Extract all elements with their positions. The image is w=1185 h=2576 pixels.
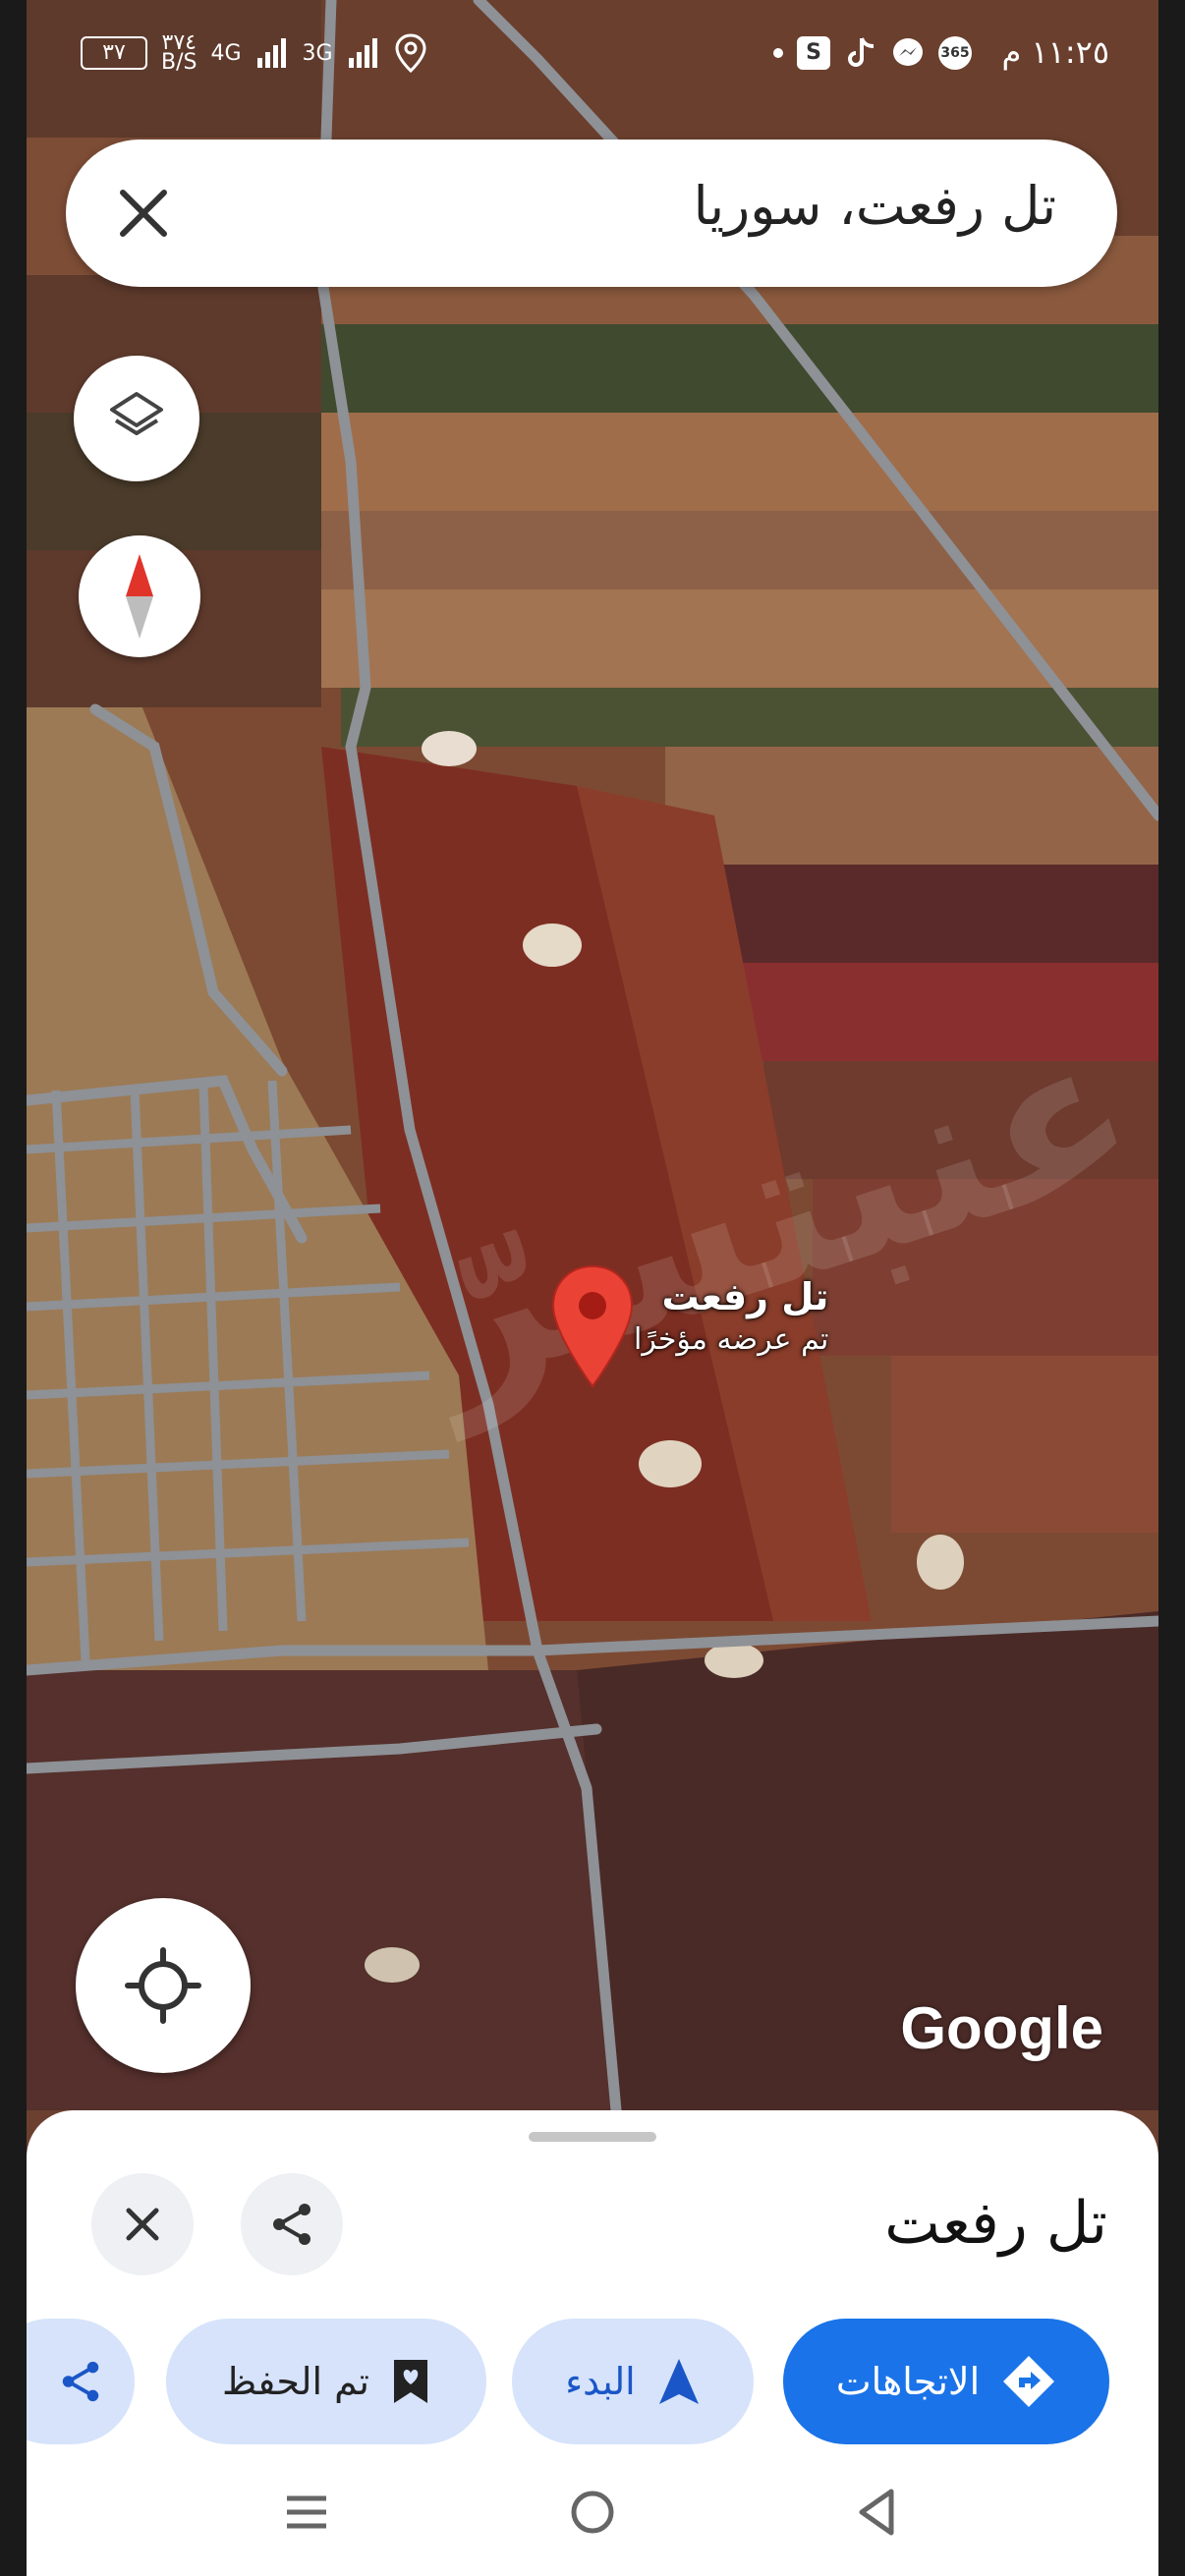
- layers-button[interactable]: [74, 356, 199, 481]
- close-icon: [126, 2208, 159, 2241]
- speed-unit: B/S: [161, 50, 198, 75]
- network-3g-label: 3G: [302, 40, 333, 66]
- share-icon: [62, 2361, 99, 2402]
- google-attribution: Google: [900, 1995, 1103, 2061]
- my-location-button[interactable]: [76, 1898, 251, 2073]
- directions-button[interactable]: الاتجاهات: [783, 2319, 1109, 2444]
- clock: ١١:٢٥ م: [1001, 33, 1109, 71]
- clear-search-button[interactable]: [109, 179, 178, 248]
- directions-icon: [1003, 2356, 1055, 2407]
- s-icon: S: [797, 36, 830, 70]
- status-left: ٣٧ ٣٧٤ B/S 4G 3G: [81, 32, 427, 75]
- home-circle-icon: [571, 2491, 614, 2534]
- battery-indicator: ٣٧: [81, 36, 147, 70]
- status-bar: ٣٧ ٣٧٤ B/S 4G 3G S 365 ١١:٢٥ م: [27, 0, 1158, 108]
- share-icon: [273, 2204, 310, 2245]
- close-icon: [120, 190, 167, 237]
- directions-label: الاتجاهات: [835, 2360, 981, 2403]
- tiktok-icon: [848, 37, 875, 67]
- signal-icon-2: [348, 38, 377, 68]
- crosshair-icon: [125, 1947, 201, 2024]
- network-speed: ٣٧٤ B/S: [161, 32, 198, 75]
- start-label: البدء: [565, 2360, 636, 2403]
- back-triangle-icon: [859, 2489, 894, 2536]
- pin-title: تل رفعت: [661, 1275, 829, 1318]
- start-button[interactable]: البدء: [512, 2319, 754, 2444]
- compass-button[interactable]: [79, 535, 200, 657]
- layers-icon: [110, 392, 163, 435]
- search-query[interactable]: تل رفعت، سوريا: [694, 175, 1056, 237]
- menu-icon: [287, 2495, 326, 2529]
- share-chip-button[interactable]: [27, 2319, 135, 2444]
- compass-icon: [126, 554, 153, 639]
- phone-screen: عنبتسرّ ٣٧ ٣٧٤ B/S 4G 3G S 365 ١١:٢٥ م ت…: [27, 0, 1158, 2576]
- back-button[interactable]: [842, 2478, 911, 2547]
- location-icon: [395, 33, 426, 73]
- messenger-icon: [893, 38, 923, 66]
- recents-button[interactable]: [272, 2478, 341, 2547]
- drag-handle[interactable]: [529, 2132, 656, 2142]
- bookmark-heart-icon: [393, 2360, 427, 2403]
- place-title: تل رفعت: [884, 2189, 1107, 2258]
- home-button[interactable]: [558, 2478, 627, 2547]
- notification-icons: S 365: [773, 35, 972, 71]
- navigation-arrow-icon: [658, 2359, 699, 2404]
- signal-icon: [256, 38, 286, 68]
- network-4g-label: 4G: [210, 40, 242, 66]
- pin-icon: [551, 1264, 634, 1388]
- dot-icon: [773, 48, 783, 58]
- saved-label: تم الحفظ: [222, 2360, 369, 2403]
- close-sheet-button[interactable]: [91, 2173, 194, 2275]
- system-nav-bar: [27, 2456, 1158, 2576]
- map-pin[interactable]: [547, 1262, 638, 1394]
- share-button[interactable]: [241, 2173, 343, 2275]
- action-chips: الاتجاهات البدء تم الحفظ: [27, 2319, 1158, 2446]
- pin-subtitle: تم عرضه مؤخرًا: [634, 1322, 829, 1357]
- saved-button[interactable]: تم الحفظ: [166, 2319, 486, 2444]
- hd-icon: 365: [938, 36, 972, 70]
- pin-label[interactable]: تل رفعت تم عرضه مؤخرًا: [634, 1275, 828, 1357]
- search-bar[interactable]: تل رفعت، سوريا: [66, 140, 1117, 287]
